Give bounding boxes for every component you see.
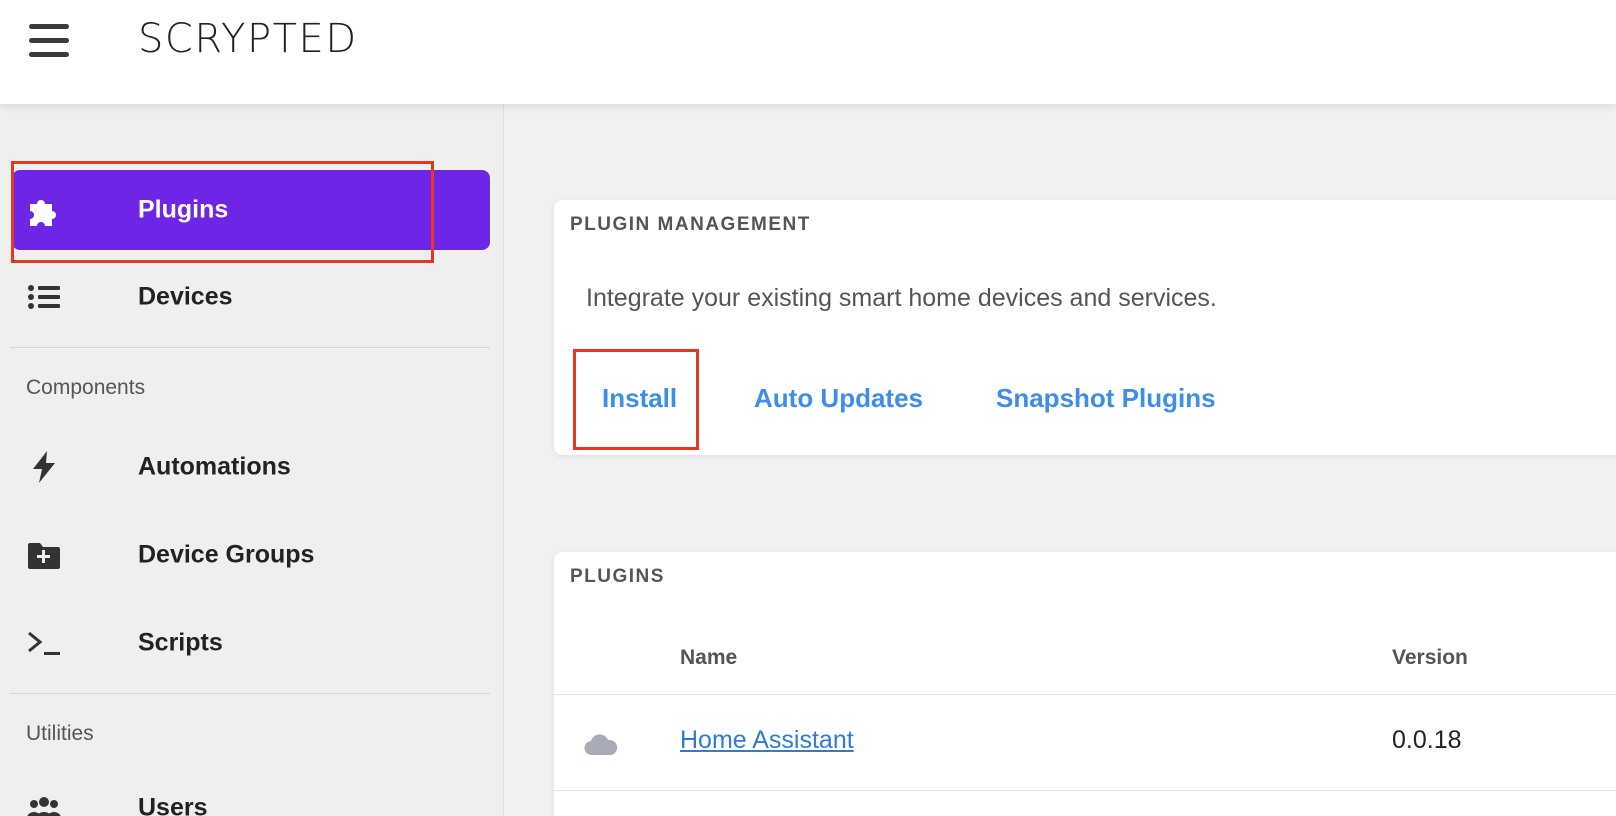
sidebar-item-users[interactable]: Users [12,768,490,816]
sidebar-item-devices[interactable]: Devices [12,257,490,337]
sidebar: Plugins Devices Components Automations D… [0,104,504,816]
terminal-icon [28,631,60,655]
section-title-components: Components [26,376,146,399]
plugin-management-card: PLUGIN MANAGEMENT Integrate your existin… [554,200,1616,455]
sidebar-divider [10,347,490,348]
app-brand: SCRYPTED [138,16,358,62]
sidebar-item-label: Devices [138,282,233,311]
auto-updates-button[interactable]: Auto Updates [754,383,923,414]
card-description: Integrate your existing smart home devic… [586,284,1217,312]
app-root: SCRYPTED Plugins Devices Components Auto… [0,0,1616,816]
puzzle-icon [30,200,56,226]
sidebar-divider [10,693,490,694]
sidebar-item-label: Plugins [138,195,229,224]
plugins-card: PLUGINS Name Version Home Assistant 0.0.… [554,552,1616,816]
sidebar-item-plugins[interactable]: Plugins [12,170,490,250]
install-button[interactable]: Install [602,383,677,414]
list-icon [28,285,60,309]
section-title-utilities: Utilities [26,722,94,745]
folder-plus-icon [28,543,60,569]
sidebar-item-label: Device Groups [138,540,315,569]
card-title: PLUGIN MANAGEMENT [570,214,811,235]
column-header-name[interactable]: Name [680,646,737,670]
hamburger-menu-icon[interactable] [29,22,69,58]
table-divider [554,694,1616,695]
sidebar-item-label: Automations [138,452,291,481]
sidebar-item-device-groups[interactable]: Device Groups [12,515,490,595]
snapshot-plugins-button[interactable]: Snapshot Plugins [996,383,1216,414]
sidebar-item-automations[interactable]: Automations [12,427,490,507]
users-icon [27,797,61,816]
plugin-version: 0.0.18 [1392,726,1462,754]
top-bar: SCRYPTED [0,0,1616,104]
table-divider [554,790,1616,791]
sidebar-item-label: Users [138,793,208,816]
sidebar-item-scripts[interactable]: Scripts [12,603,490,683]
sidebar-item-label: Scripts [138,628,223,657]
cloud-icon [584,734,618,756]
card-title: PLUGINS [570,566,665,587]
plugin-name-link[interactable]: Home Assistant [680,726,854,755]
column-header-version[interactable]: Version [1392,646,1468,670]
bolt-icon [33,451,55,483]
